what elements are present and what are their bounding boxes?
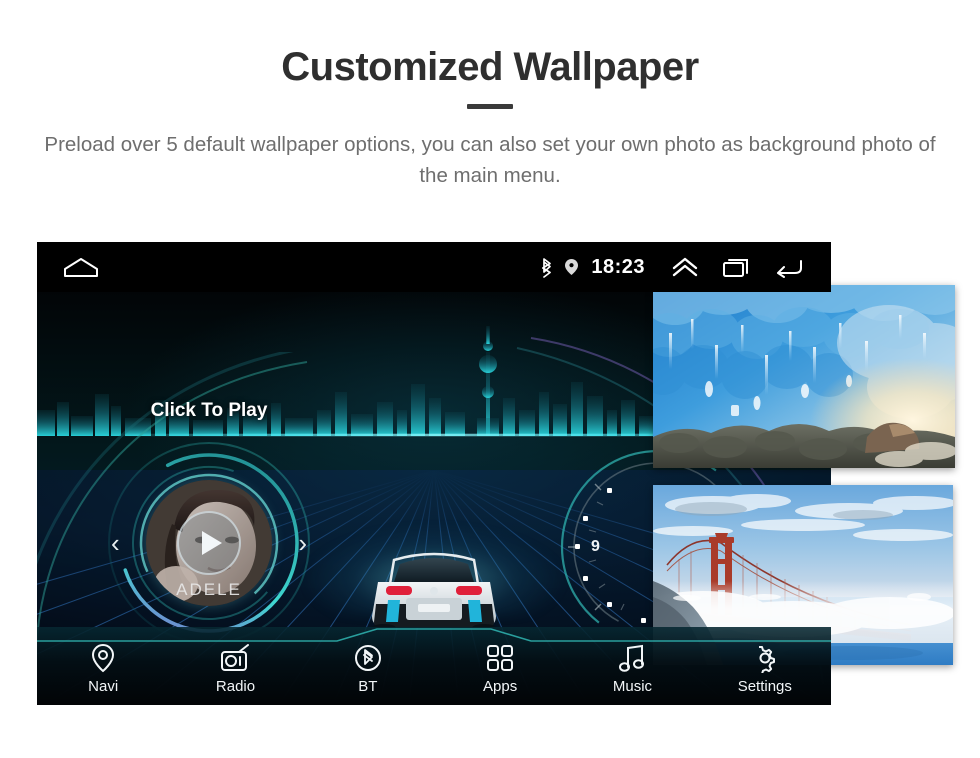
grid-apps-icon <box>485 643 515 673</box>
car-illustration <box>304 524 564 644</box>
page-title: Customized Wallpaper <box>281 45 699 89</box>
dock-item-navi[interactable]: Navi <box>37 627 169 705</box>
clock-label: 18:23 <box>591 255 645 278</box>
ice-cave-wallpaper[interactable] <box>653 285 955 468</box>
play-icon[interactable] <box>177 511 241 575</box>
dock-label: BT <box>358 678 378 695</box>
status-bar: 18:23 <box>37 242 831 292</box>
dock-items: Navi Radio BT Apps Music Settings <box>37 627 831 705</box>
gear-icon <box>750 643 780 673</box>
click-to-play-label: Click To Play <box>150 400 268 421</box>
bluetooth-icon <box>539 256 555 278</box>
dock-label: Settings <box>737 678 792 695</box>
bottom-dock: Navi Radio BT Apps Music Settings <box>37 627 831 705</box>
status-bar-right: 18:23 <box>539 256 815 279</box>
dock-label: Navi <box>88 678 119 695</box>
play-triangle <box>202 531 222 555</box>
gauge-value: 9 <box>591 538 600 555</box>
dock-label: Radio <box>215 678 256 695</box>
recents-icon[interactable] <box>711 256 763 278</box>
bluetooth-icon <box>353 643 383 673</box>
chevron-right-icon[interactable]: › <box>298 530 307 556</box>
dock-item-radio[interactable]: Radio <box>169 627 301 705</box>
music-widget[interactable]: ADELE ‹ › <box>103 437 315 649</box>
page-subtitle: Preload over 5 default wallpaper options… <box>44 133 936 187</box>
location-icon <box>564 258 579 276</box>
dock-item-bt[interactable]: BT <box>302 627 434 705</box>
dock-label: Music <box>612 678 653 695</box>
radio-icon <box>219 643 251 673</box>
page-header: Customized Wallpaper Preload over 5 defa… <box>0 0 980 191</box>
ice-cave-image <box>653 285 955 468</box>
music-note-icon <box>617 643 647 673</box>
chevron-left-icon[interactable]: ‹ <box>111 530 120 556</box>
title-divider <box>467 104 513 109</box>
back-arrow-icon[interactable] <box>763 256 815 278</box>
album-title-label: ADELE <box>176 580 242 599</box>
chevron-double-up-icon[interactable] <box>659 256 711 278</box>
dock-item-apps[interactable]: Apps <box>434 627 566 705</box>
home-icon[interactable] <box>63 256 99 278</box>
dock-label: Apps <box>483 678 518 695</box>
dock-item-music[interactable]: Music <box>566 627 698 705</box>
map-pin-icon <box>90 643 116 673</box>
dock-item-settings[interactable]: Settings <box>699 627 831 705</box>
